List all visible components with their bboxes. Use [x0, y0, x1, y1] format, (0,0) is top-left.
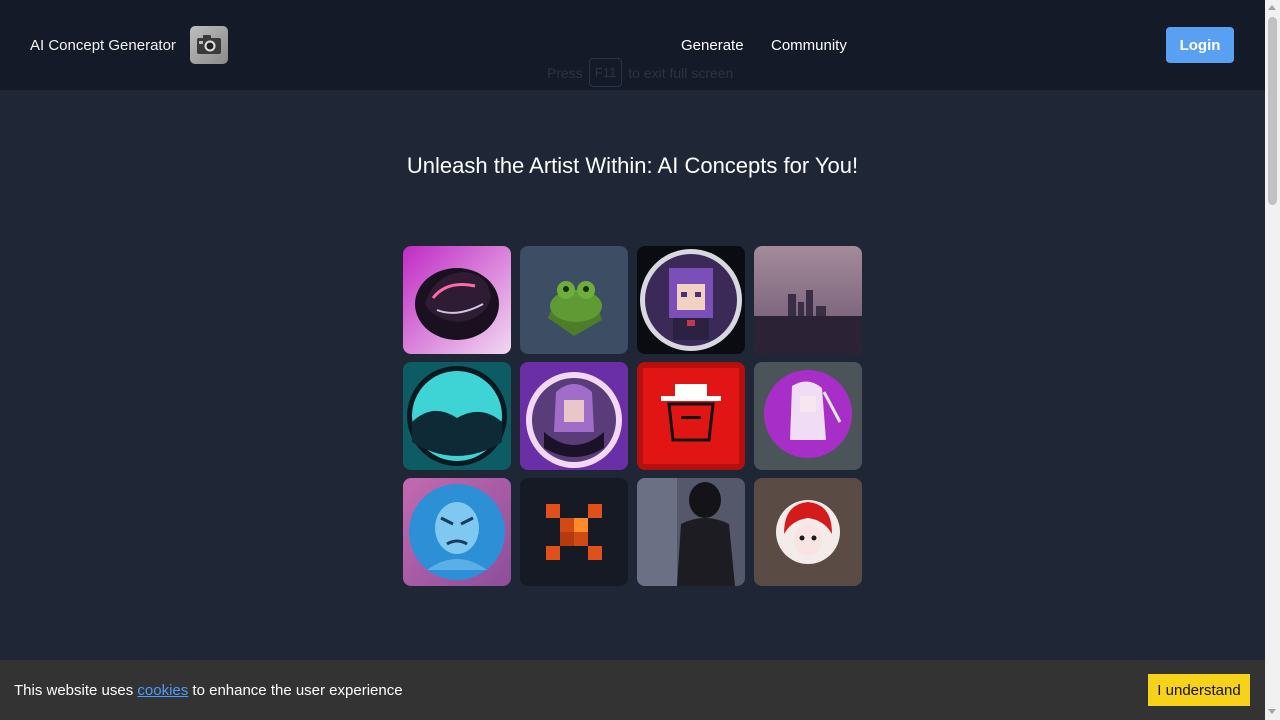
- brand-name[interactable]: AI Concept Generator: [30, 37, 176, 54]
- fullscreen-hint-pre: Press: [547, 64, 583, 81]
- red-hair-face-icon[interactable]: [754, 478, 862, 586]
- site-header: AI Concept Generator Press F11 to exit f…: [0, 0, 1265, 90]
- scroll-down-arrow-icon[interactable]: [1268, 709, 1276, 714]
- cookies-link[interactable]: cookies: [137, 682, 188, 699]
- city-skyline-icon[interactable]: [754, 246, 862, 354]
- cookie-text-before: This website uses: [14, 682, 134, 699]
- blue-angry-face-icon[interactable]: [403, 478, 511, 586]
- page-headline: Unleash the Artist Within: AI Concepts f…: [406, 153, 859, 178]
- nav-community[interactable]: Community: [771, 37, 847, 54]
- teal-circle-landscape-icon[interactable]: [403, 362, 511, 470]
- dark-hair-woman-icon[interactable]: [637, 478, 745, 586]
- cookie-text-after: to enhance the user experience: [192, 682, 403, 699]
- login-button[interactable]: Login: [1166, 27, 1234, 63]
- page-scrollbar[interactable]: [1265, 0, 1280, 720]
- concept-gallery: [403, 246, 863, 586]
- green-frog-icon[interactable]: [520, 246, 628, 354]
- nav-generate[interactable]: Generate: [681, 37, 744, 54]
- fullscreen-hint: Press F11 to exit full screen: [547, 58, 733, 87]
- red-hat-figure-icon[interactable]: [637, 362, 745, 470]
- fullscreen-hint-post: to exit full screen: [628, 64, 734, 81]
- scroll-thumb[interactable]: [1268, 17, 1277, 205]
- fullscreen-hint-key: F11: [588, 58, 623, 87]
- cookie-message: This website uses cookies to enhance the…: [14, 682, 403, 699]
- cookie-accept-button[interactable]: I understand: [1148, 674, 1250, 706]
- pixel-orange-cross-icon[interactable]: [520, 478, 628, 586]
- cookie-consent-bar: This website uses cookies to enhance the…: [0, 660, 1265, 720]
- anime-girl-sword-icon[interactable]: [754, 362, 862, 470]
- camera-icon[interactable]: [190, 26, 228, 64]
- pixel-anime-girl-icon[interactable]: [637, 246, 745, 354]
- scroll-up-arrow-icon[interactable]: [1268, 5, 1276, 10]
- anime-girl-purple-icon[interactable]: [520, 362, 628, 470]
- purple-car-icon[interactable]: [403, 246, 511, 354]
